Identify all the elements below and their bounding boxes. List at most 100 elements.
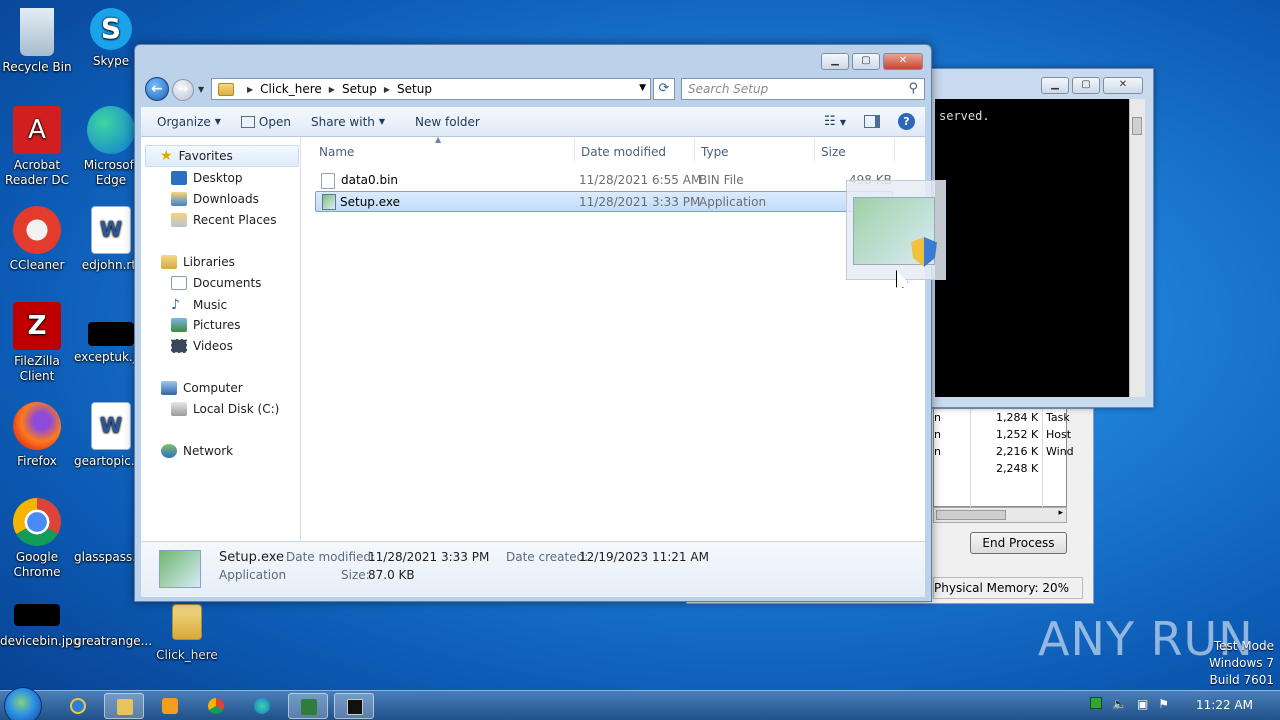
table-row[interactable]: n 1,252 K Host bbox=[934, 428, 1071, 445]
help-icon[interactable]: ? bbox=[898, 113, 915, 130]
taskbar-task-manager[interactable] bbox=[288, 693, 328, 719]
start-button[interactable] bbox=[4, 687, 42, 720]
console-output[interactable]: served. bbox=[935, 99, 1129, 397]
title-bar[interactable]: ▁ ▢ ✕ bbox=[931, 69, 1153, 101]
file-row-setup-exe[interactable]: Setup.exe 11/28/2021 3:33 PM Application bbox=[315, 191, 893, 212]
minimize-button[interactable]: ▁ bbox=[1041, 77, 1069, 94]
table-row[interactable]: 2,248 K bbox=[934, 462, 1066, 479]
chevron-right-icon[interactable]: ▶ bbox=[247, 85, 253, 94]
end-process-button[interactable]: End Process bbox=[970, 532, 1067, 554]
column-header-date-modified[interactable]: Date modified bbox=[575, 139, 695, 161]
open-button[interactable]: Open bbox=[231, 107, 301, 136]
vertical-scrollbar[interactable] bbox=[1129, 99, 1145, 397]
taskbar-explorer[interactable] bbox=[104, 693, 144, 719]
nav-item-music[interactable]: ♪ Music bbox=[171, 297, 227, 313]
address-bar[interactable]: ▶ Click_here ▶ Setup ▶ Setup ▼ bbox=[211, 78, 651, 100]
back-arrow-icon[interactable]: ← bbox=[145, 77, 169, 101]
nav-item-network[interactable]: Network bbox=[161, 444, 233, 458]
taskbar-ie[interactable] bbox=[58, 693, 98, 719]
desktop-icon-filezilla[interactable]: Z FileZilla Client bbox=[0, 302, 74, 384]
network-tray-icon[interactable]: ▣ bbox=[1137, 697, 1148, 711]
chevron-down-icon[interactable]: ▼ bbox=[639, 83, 646, 93]
desktop-icon-recycle-bin[interactable]: Recycle Bin bbox=[0, 8, 74, 75]
desktop-icon-label: FileZilla Client bbox=[14, 354, 60, 383]
file-row-data0-bin[interactable]: data0.bin 11/28/2021 6:55 AM BIN File 49… bbox=[315, 170, 893, 191]
column-header-type[interactable]: Type bbox=[695, 139, 815, 161]
details-created-value: 12/19/2023 11:21 AM bbox=[579, 550, 709, 564]
organize-button[interactable]: Organize ▼ bbox=[141, 107, 231, 136]
desktop-icon-firefox[interactable]: Firefox bbox=[0, 402, 74, 469]
horizontal-scrollbar[interactable]: ▸ bbox=[933, 507, 1067, 523]
command-prompt-window[interactable]: ▁ ▢ ✕ served. bbox=[930, 68, 1154, 408]
nav-item-desktop[interactable]: Desktop bbox=[171, 171, 243, 185]
scroll-thumb[interactable] bbox=[936, 510, 1006, 520]
desktop-icon-greatrange[interactable]: greatrange... bbox=[74, 604, 152, 649]
file-list[interactable]: Name ▲ Date modified Type Size data0.bin… bbox=[301, 135, 925, 541]
details-created-label: Date created: bbox=[506, 550, 589, 564]
forward-arrow-icon[interactable]: → bbox=[172, 79, 194, 101]
breadcrumb-item[interactable]: Setup bbox=[342, 82, 377, 96]
close-button[interactable]: ✕ bbox=[1103, 77, 1143, 94]
taskbar-cmd[interactable] bbox=[334, 693, 374, 719]
nav-item-computer[interactable]: Computer bbox=[161, 381, 243, 395]
history-dropdown-icon[interactable]: ▼ bbox=[198, 85, 204, 94]
nav-item-local-disk[interactable]: Local Disk (C:) bbox=[171, 402, 279, 416]
internet-explorer-icon bbox=[70, 698, 86, 714]
taskbar-chrome[interactable] bbox=[196, 693, 236, 719]
refresh-icon[interactable]: ⟳ bbox=[653, 78, 675, 100]
maximize-button[interactable]: ▢ bbox=[1072, 77, 1100, 94]
taskbar-media-player[interactable] bbox=[150, 693, 190, 719]
drive-icon bbox=[171, 402, 187, 416]
breadcrumb-item[interactable]: Setup bbox=[397, 82, 432, 96]
details-file-name: Setup.exe bbox=[219, 550, 285, 565]
recent-places-icon bbox=[171, 213, 187, 227]
column-header-size[interactable]: Size bbox=[815, 139, 895, 161]
title-bar[interactable]: ▁ ▢ ✕ bbox=[135, 45, 931, 75]
application-icon bbox=[159, 550, 201, 588]
nav-item-favorites[interactable]: ★ Favorites bbox=[145, 145, 299, 167]
desktop-icon-label: Acrobat Reader DC bbox=[5, 158, 69, 187]
nav-item-libraries[interactable]: Libraries bbox=[161, 255, 235, 269]
desktop-icon-click-here[interactable]: Click_here bbox=[150, 604, 224, 663]
details-size-label: Size: bbox=[341, 568, 370, 582]
new-folder-button[interactable]: New folder bbox=[395, 107, 490, 136]
clock[interactable]: 11:22 AM bbox=[1196, 698, 1253, 712]
table-row[interactable]: n 1,284 K Task bbox=[934, 411, 1070, 428]
view-options-icon[interactable]: ☷ ▼ bbox=[824, 114, 846, 129]
nav-item-downloads[interactable]: Downloads bbox=[171, 192, 259, 206]
nav-item-documents[interactable]: Documents bbox=[171, 276, 261, 290]
chevron-right-icon[interactable]: ▶ bbox=[384, 85, 390, 94]
test-mode-text: Test Mode Windows 7 Build 7601 bbox=[1208, 639, 1274, 687]
desktop-icon-ccleaner[interactable]: CCleaner bbox=[0, 206, 74, 273]
search-icon[interactable]: ⚲ bbox=[908, 81, 918, 96]
volume-icon[interactable]: 🔈 bbox=[1112, 697, 1127, 711]
nav-item-pictures[interactable]: Pictures bbox=[171, 318, 241, 332]
star-icon: ★ bbox=[160, 148, 173, 164]
scroll-right-arrow-icon[interactable]: ▸ bbox=[1058, 508, 1063, 518]
chevron-down-icon: ▼ bbox=[214, 117, 221, 126]
table-row[interactable]: n 2,216 K Wind bbox=[934, 445, 1074, 462]
close-button[interactable]: ✕ bbox=[883, 53, 923, 70]
nav-item-videos[interactable]: Videos bbox=[171, 339, 233, 353]
task-manager-tray-icon[interactable] bbox=[1090, 697, 1102, 709]
desktop-icon-chrome[interactable]: Google Chrome bbox=[0, 498, 74, 580]
minimize-button[interactable]: ▁ bbox=[821, 53, 849, 70]
share-with-button[interactable]: Share with ▼ bbox=[301, 107, 395, 136]
breadcrumb-item[interactable]: Click_here bbox=[260, 82, 322, 96]
desktop-icon-acrobat[interactable]: A Acrobat Reader DC bbox=[0, 106, 74, 188]
process-list[interactable]: n 1,284 K Task n 1,252 K Host n 2,216 K … bbox=[933, 409, 1074, 507]
image-thumbnail-icon bbox=[87, 604, 135, 626]
action-center-flag-icon[interactable]: ⚑ bbox=[1158, 697, 1169, 711]
firefox-icon bbox=[13, 402, 61, 450]
search-input[interactable]: Search Setup ⚲ bbox=[681, 78, 925, 100]
column-header-name[interactable]: Name bbox=[313, 139, 575, 161]
documents-icon bbox=[171, 276, 187, 290]
desktop-icon-label: Firefox bbox=[17, 454, 57, 468]
maximize-button[interactable]: ▢ bbox=[852, 53, 880, 70]
taskbar-edge[interactable] bbox=[242, 693, 282, 719]
desktop-icon-devicebin[interactable]: devicebin.jpg bbox=[0, 604, 80, 649]
nav-item-recent-places[interactable]: Recent Places bbox=[171, 213, 276, 227]
libraries-icon bbox=[161, 255, 177, 269]
chevron-right-icon[interactable]: ▶ bbox=[329, 85, 335, 94]
preview-pane-icon[interactable] bbox=[864, 115, 880, 128]
